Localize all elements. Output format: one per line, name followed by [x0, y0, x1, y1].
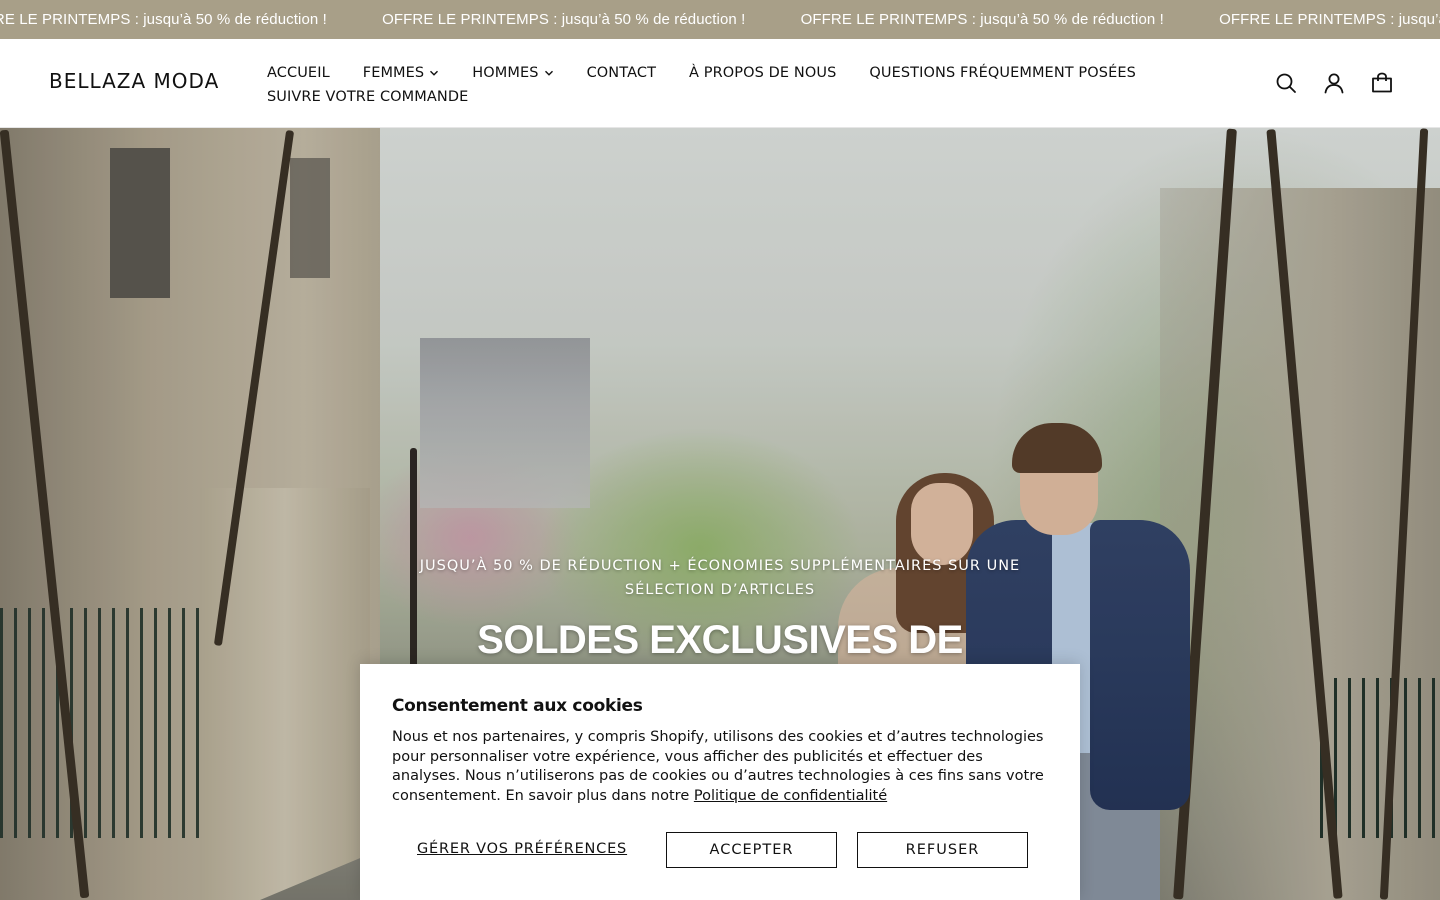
- search-icon[interactable]: [1274, 71, 1298, 95]
- cookie-consent-dialog: Consentement aux cookies Nous et nos par…: [360, 664, 1080, 900]
- account-icon[interactable]: [1322, 71, 1346, 95]
- nav-item-faq[interactable]: QUESTIONS FRÉQUEMMENT POSÉES: [869, 65, 1136, 81]
- privacy-policy-link[interactable]: Politique de confidentialité: [694, 788, 887, 804]
- announcement-text: OFFRE LE PRINTEMPS : jusqu’à 50 % de réd…: [0, 11, 327, 28]
- refuse-button[interactable]: REFUSER: [857, 832, 1028, 868]
- nav-item-label: ACCUEIL: [267, 65, 330, 81]
- nav-item-accueil[interactable]: ACCUEIL: [267, 65, 330, 81]
- cart-icon[interactable]: [1370, 71, 1394, 95]
- nav-row-2: SUIVRE VOTRE COMMANDE: [267, 85, 1167, 109]
- hero-title: SOLDES EXCLUSIVES DE: [477, 618, 963, 662]
- nav-item-contact[interactable]: CONTACT: [587, 65, 656, 81]
- nav-item-label: CONTACT: [586, 65, 657, 81]
- site-logo[interactable]: BELLAZA MODA: [49, 69, 219, 93]
- announcement-text: OFFRE LE PRINTEMPS : jusqu’à 50 % de réd…: [800, 11, 1164, 28]
- cookie-body: Nous et nos partenaires, y compris Shopi…: [392, 728, 1052, 807]
- site-header: BELLAZA MODA ACCUEIL FEMMES HOMMES CONTA…: [0, 39, 1440, 128]
- nav-item-label: FEMMES: [362, 65, 425, 81]
- hero-subtitle: JUSQU’À 50 % DE RÉDUCTION + ÉCONOMIES SU…: [419, 558, 1021, 598]
- nav-item-label: SUIVRE VOTRE COMMANDE: [267, 89, 469, 105]
- nav-row-1: ACCUEIL FEMMES HOMMES CONTACT À PROPOS D…: [267, 61, 1167, 85]
- nav-item-label: À PROPOS DE NOUS: [689, 65, 837, 81]
- nav-item-hommes[interactable]: HOMMES: [472, 65, 553, 81]
- main-nav: ACCUEIL FEMMES HOMMES CONTACT À PROPOS D…: [267, 61, 1167, 109]
- chevron-down-icon: [544, 70, 553, 76]
- manage-preferences-button[interactable]: GÉRER VOS PRÉFÉRENCES: [417, 841, 627, 857]
- nav-item-label: HOMMES: [472, 65, 539, 81]
- announcement-text: OFFRE LE PRINTEMPS : jusqu’à 50 % de réd…: [1219, 11, 1440, 28]
- announcement-bar: OFFRE LE PRINTEMPS : jusqu’à 50 % de réd…: [0, 0, 1440, 39]
- nav-item-a-propos[interactable]: À PROPOS DE NOUS: [689, 65, 836, 81]
- announcement-text: OFFRE LE PRINTEMPS : jusqu’à 50 % de réd…: [382, 11, 746, 28]
- cookie-title: Consentement aux cookies: [392, 696, 643, 716]
- nav-item-label: QUESTIONS FRÉQUEMMENT POSÉES: [869, 65, 1136, 81]
- header-icons: [1274, 71, 1394, 95]
- announcement-track: OFFRE LE PRINTEMPS : jusqu’à 50 % de réd…: [0, 0, 1440, 39]
- nav-item-suivre-commande[interactable]: SUIVRE VOTRE COMMANDE: [267, 89, 468, 105]
- accept-button[interactable]: ACCEPTER: [666, 832, 837, 868]
- chevron-down-icon: [430, 70, 439, 76]
- nav-item-femmes[interactable]: FEMMES: [363, 65, 440, 81]
